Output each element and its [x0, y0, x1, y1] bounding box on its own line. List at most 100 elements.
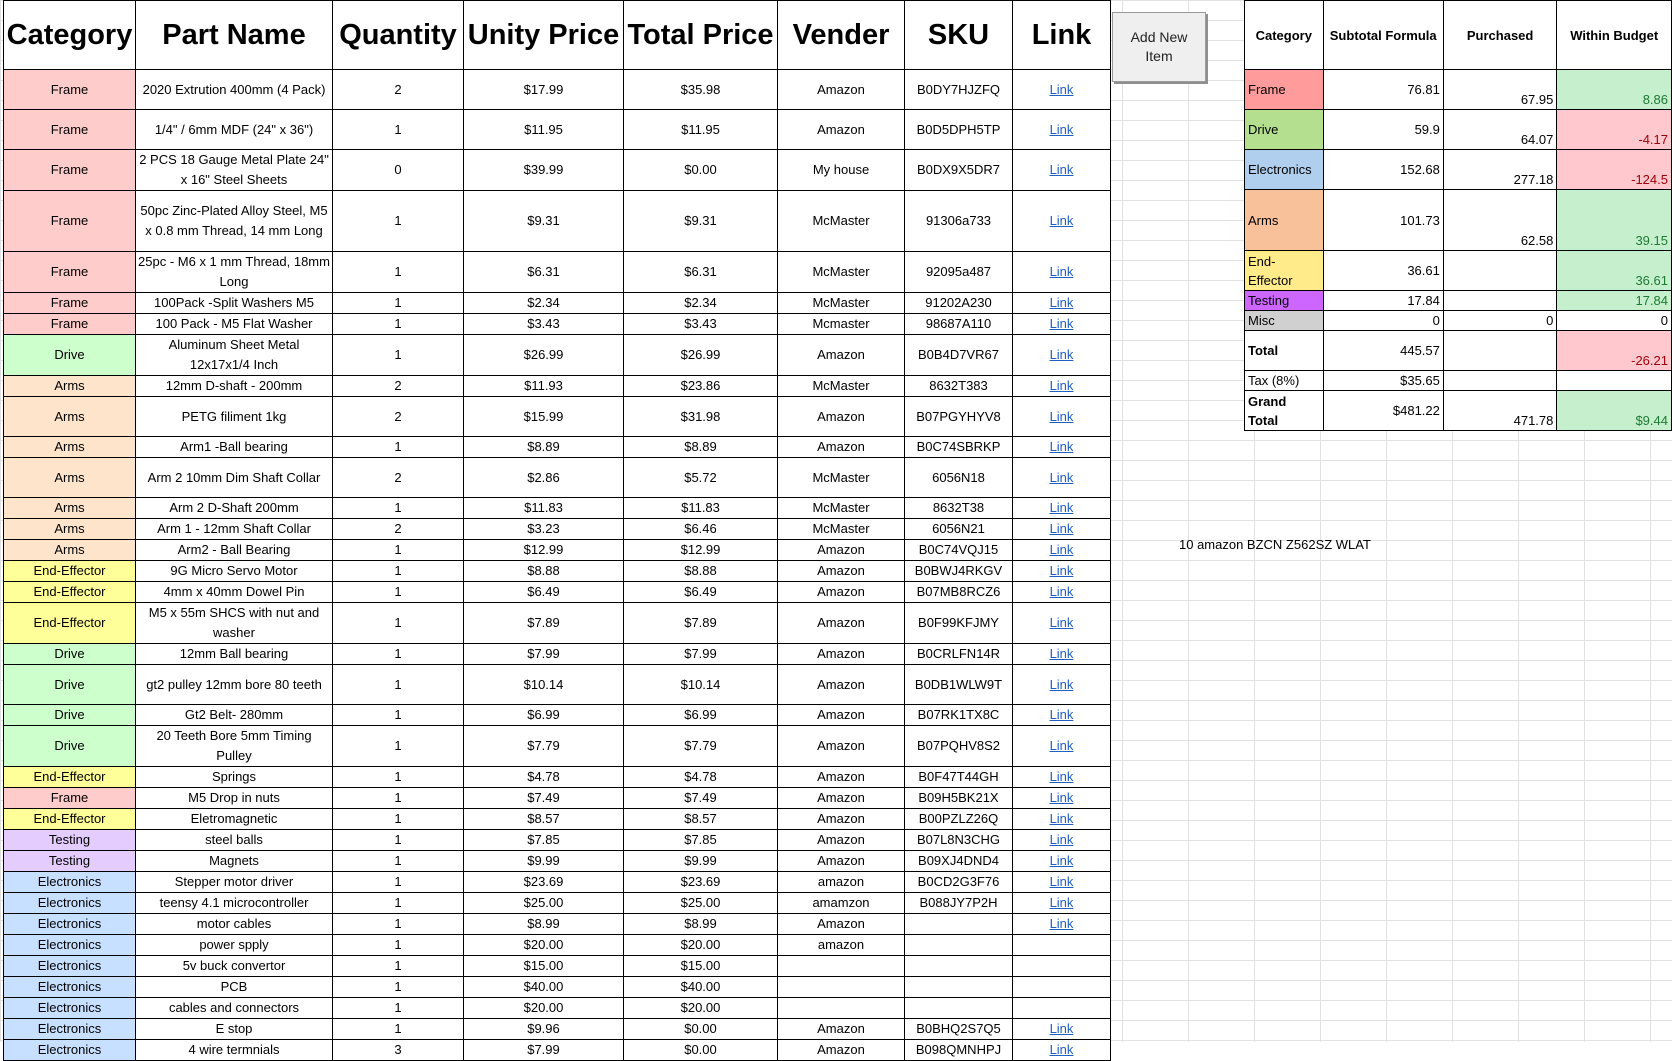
link-cell[interactable]: Link: [1012, 766, 1111, 788]
header-part-name[interactable]: Part Name: [135, 0, 333, 70]
sku-cell[interactable]: [904, 934, 1013, 956]
quantity-cell[interactable]: 1: [332, 808, 464, 830]
summary-subtotal-cell[interactable]: 76.81: [1322, 69, 1444, 110]
summary-category-cell[interactable]: Electronics: [1244, 149, 1324, 190]
product-link[interactable]: Link: [1050, 832, 1074, 847]
part-name-cell[interactable]: PCB: [135, 976, 333, 998]
total-price-cell[interactable]: $7.49: [623, 787, 778, 809]
category-cell[interactable]: Testing: [3, 850, 136, 872]
vendor-cell[interactable]: amazon: [777, 871, 905, 893]
unit-price-cell[interactable]: $9.96: [463, 1018, 624, 1040]
vendor-cell[interactable]: My house: [777, 149, 905, 191]
quantity-cell[interactable]: 1: [332, 664, 464, 705]
vendor-cell[interactable]: Amazon: [777, 766, 905, 788]
quantity-cell[interactable]: 1: [332, 251, 464, 293]
total-price-cell[interactable]: $6.99: [623, 704, 778, 726]
sku-cell[interactable]: B0C74VQJ15: [904, 539, 1013, 561]
total-price-cell[interactable]: $12.99: [623, 539, 778, 561]
quantity-cell[interactable]: 1: [332, 1018, 464, 1040]
sku-cell[interactable]: B098QMNHPJ: [904, 1039, 1013, 1061]
link-cell[interactable]: Link: [1012, 497, 1111, 519]
product-link[interactable]: Link: [1050, 295, 1074, 310]
summary-purchased-cell[interactable]: 64.07: [1442, 109, 1558, 150]
sku-cell[interactable]: 92095a487: [904, 251, 1013, 293]
quantity-cell[interactable]: 1: [332, 643, 464, 665]
vendor-cell[interactable]: Amazon: [777, 829, 905, 851]
unit-price-cell[interactable]: $8.57: [463, 808, 624, 830]
part-name-cell[interactable]: motor cables: [135, 913, 333, 935]
vendor-cell[interactable]: amamzon: [777, 892, 905, 914]
summary-within-budget-cell[interactable]: -4.17: [1556, 109, 1672, 150]
link-cell[interactable]: Link: [1012, 457, 1111, 498]
quantity-cell[interactable]: 1: [332, 850, 464, 872]
summary-within-budget-cell[interactable]: -124.5: [1556, 149, 1672, 190]
product-link[interactable]: Link: [1050, 521, 1074, 536]
category-cell[interactable]: Frame: [3, 251, 136, 293]
category-cell[interactable]: Electronics: [3, 1018, 136, 1040]
summary-within-budget-cell[interactable]: $9.44: [1556, 390, 1672, 431]
unit-price-cell[interactable]: $6.31: [463, 251, 624, 293]
summary-category-cell[interactable]: Testing: [1244, 290, 1324, 311]
total-price-cell[interactable]: $0.00: [623, 1039, 778, 1061]
part-name-cell[interactable]: teensy 4.1 microcontroller: [135, 892, 333, 914]
unit-price-cell[interactable]: $40.00: [463, 976, 624, 998]
part-name-cell[interactable]: 12mm Ball bearing: [135, 643, 333, 665]
unit-price-cell[interactable]: $4.78: [463, 766, 624, 788]
link-cell[interactable]: [1012, 976, 1111, 998]
quantity-cell[interactable]: 1: [332, 976, 464, 998]
total-price-cell[interactable]: $9.99: [623, 850, 778, 872]
vendor-cell[interactable]: Amazon: [777, 560, 905, 582]
part-name-cell[interactable]: 100 Pack - M5 Flat Washer: [135, 313, 333, 335]
unit-price-cell[interactable]: $8.88: [463, 560, 624, 582]
sku-cell[interactable]: B0BHQ2S7Q5: [904, 1018, 1013, 1040]
part-name-cell[interactable]: 100Pack -Split Washers M5: [135, 292, 333, 314]
total-price-cell[interactable]: $23.69: [623, 871, 778, 893]
category-cell[interactable]: Frame: [3, 109, 136, 150]
vendor-cell[interactable]: Amazon: [777, 1039, 905, 1061]
part-name-cell[interactable]: M5 x 55m SHCS with nut and washer: [135, 602, 333, 644]
quantity-cell[interactable]: 0: [332, 149, 464, 191]
part-name-cell[interactable]: Arm 2 D-Shaft 200mm: [135, 497, 333, 519]
total-price-cell[interactable]: $0.00: [623, 1018, 778, 1040]
part-name-cell[interactable]: 4 wire termnials: [135, 1039, 333, 1061]
summary-purchased-cell[interactable]: 277.18: [1442, 149, 1558, 190]
part-name-cell[interactable]: 50pc Zinc-Plated Alloy Steel, M5 x 0.8 m…: [135, 190, 333, 252]
category-cell[interactable]: Arms: [3, 375, 136, 397]
category-cell[interactable]: End-Effector: [3, 808, 136, 830]
summary-subtotal-cell[interactable]: $481.22: [1322, 390, 1444, 431]
sku-cell[interactable]: 6056N18: [904, 457, 1013, 498]
sku-cell[interactable]: B0F47T44GH: [904, 766, 1013, 788]
quantity-cell[interactable]: 1: [332, 109, 464, 150]
part-name-cell[interactable]: Gt2 Belt- 280mm: [135, 704, 333, 726]
quantity-cell[interactable]: 1: [332, 766, 464, 788]
total-price-cell[interactable]: $5.72: [623, 457, 778, 498]
category-cell[interactable]: Frame: [3, 787, 136, 809]
product-link[interactable]: Link: [1050, 790, 1074, 805]
summary-purchased-cell[interactable]: [1442, 290, 1558, 311]
category-cell[interactable]: Electronics: [3, 871, 136, 893]
category-cell[interactable]: Drive: [3, 664, 136, 705]
add-new-item-button[interactable]: Add New Item: [1112, 12, 1206, 82]
part-name-cell[interactable]: Arm 1 - 12mm Shaft Collar: [135, 518, 333, 540]
link-cell[interactable]: Link: [1012, 190, 1111, 252]
category-cell[interactable]: Arms: [3, 539, 136, 561]
sku-cell[interactable]: B07L8N3CHG: [904, 829, 1013, 851]
quantity-cell[interactable]: 1: [332, 334, 464, 376]
vendor-cell[interactable]: Amazon: [777, 850, 905, 872]
part-name-cell[interactable]: power spply: [135, 934, 333, 956]
summary-subtotal-cell[interactable]: 0: [1322, 310, 1444, 331]
product-link[interactable]: Link: [1050, 122, 1074, 137]
product-link[interactable]: Link: [1050, 470, 1074, 485]
part-name-cell[interactable]: 2 PCS 18 Gauge Metal Plate 24" x 16" Ste…: [135, 149, 333, 191]
part-name-cell[interactable]: Arm2 - Ball Bearing: [135, 539, 333, 561]
summary-category-cell[interactable]: Frame: [1244, 69, 1324, 110]
header-total-price[interactable]: Total Price: [623, 0, 778, 70]
total-price-cell[interactable]: $20.00: [623, 934, 778, 956]
total-price-cell[interactable]: $6.49: [623, 581, 778, 603]
vendor-cell[interactable]: McMaster: [777, 190, 905, 252]
header-vendor[interactable]: Vender: [777, 0, 905, 70]
link-cell[interactable]: Link: [1012, 704, 1111, 726]
unit-price-cell[interactable]: $12.99: [463, 539, 624, 561]
link-cell[interactable]: Link: [1012, 396, 1111, 437]
unit-price-cell[interactable]: $2.34: [463, 292, 624, 314]
